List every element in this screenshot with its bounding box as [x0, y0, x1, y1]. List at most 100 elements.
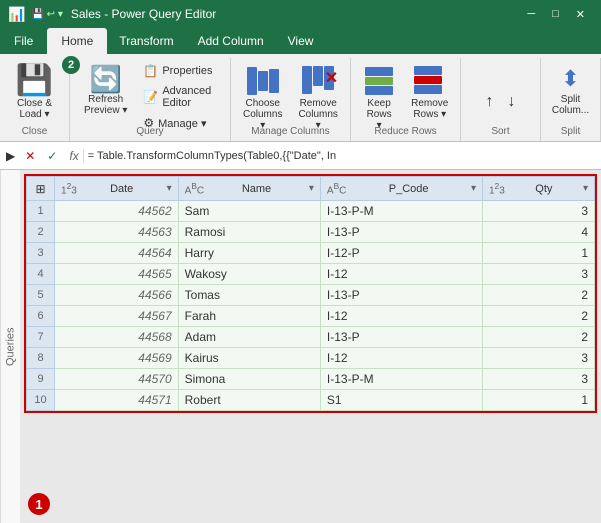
tab-transform[interactable]: Transform [107, 28, 185, 54]
remove-rows-button[interactable]: Remove Rows ▾ [405, 62, 454, 124]
cell-row-num: 2 [27, 222, 55, 243]
cell-name: Wakosy [178, 264, 320, 285]
ribbon-group-sort-label: Sort [461, 126, 540, 137]
cell-pcode: I-13-P [320, 222, 482, 243]
window-title: Sales - Power Query Editor [71, 7, 216, 21]
formula-text[interactable]: = Table.TransformColumnTypes(Table0,{{"D… [88, 150, 597, 162]
close-load-button[interactable]: 💾 Close & Load ▾ [10, 62, 59, 124]
queries-sidebar[interactable]: Queries [0, 170, 20, 523]
cell-pcode: I-12 [320, 306, 482, 327]
cell-name: Simona [178, 369, 320, 390]
cell-row-num: 3 [27, 243, 55, 264]
table-row: 5 44566 Tomas I-13-P 2 [27, 285, 595, 306]
split-column-button[interactable]: ⬍ Split Colum... [546, 62, 595, 120]
fx-label: fx [65, 149, 83, 163]
table-header-date[interactable]: 123 Date ▾ [55, 177, 179, 201]
expand-arrow[interactable]: ▶ [4, 147, 17, 165]
cell-qty: 1 [482, 243, 594, 264]
cell-pcode: S1 [320, 390, 482, 411]
cell-date: 44570 [55, 369, 179, 390]
cell-qty: 2 [482, 285, 594, 306]
table-row: 3 44564 Harry I-12-P 1 [27, 243, 595, 264]
cell-date: 44563 [55, 222, 179, 243]
ribbon-group-split-label: Split [541, 126, 600, 137]
cell-date: 44569 [55, 348, 179, 369]
cell-row-num: 5 [27, 285, 55, 306]
table-row: 1 44562 Sam I-13-P-M 3 [27, 201, 595, 222]
cell-name: Robert [178, 390, 320, 411]
title-bar: 📊 💾 ↩ ▾ Sales - Power Query Editor ─ □ ✕ [0, 0, 601, 28]
cell-qty: 3 [482, 264, 594, 285]
sort-desc-button[interactable]: ↓ [502, 91, 522, 113]
cell-row-num: 7 [27, 327, 55, 348]
sort-asc-button[interactable]: ↑ [480, 91, 500, 113]
data-table-container: ⊞ 123 Date ▾ ABC [24, 174, 597, 413]
properties-icon: 📋 [143, 64, 158, 78]
cell-name: Tomas [178, 285, 320, 306]
cell-qty: 4 [482, 222, 594, 243]
cell-row-num: 9 [27, 369, 55, 390]
cell-pcode: I-12-P [320, 243, 482, 264]
minimize-btn[interactable]: ─ [519, 6, 543, 23]
choose-columns-button[interactable]: Choose Columns ▾ [237, 62, 288, 135]
annotation-badge-2: 2 [62, 56, 80, 74]
tab-view[interactable]: View [276, 28, 326, 54]
confirm-formula-icon[interactable]: ✓ [43, 147, 61, 165]
cancel-formula-icon[interactable]: ✕ [21, 147, 39, 165]
cell-date: 44565 [55, 264, 179, 285]
cell-pcode: I-12 [320, 264, 482, 285]
cell-qty: 1 [482, 390, 594, 411]
tab-home[interactable]: Home [47, 28, 107, 54]
cell-date: 44568 [55, 327, 179, 348]
ribbon-group-query-label: Query [70, 126, 230, 137]
close-btn[interactable]: ✕ [568, 6, 593, 23]
tab-file[interactable]: File [0, 28, 47, 54]
remove-columns-button[interactable]: ✕ Remove Columns ▾ [292, 62, 343, 135]
refresh-preview-button[interactable]: 🔄 Refresh Preview ▾ [78, 62, 133, 120]
cell-name: Farah [178, 306, 320, 327]
cell-name: Harry [178, 243, 320, 264]
table-header-row-num: ⊞ [27, 177, 55, 201]
table-header-qty[interactable]: 123 Qty ▾ [482, 177, 594, 201]
cell-row-num: 10 [27, 390, 55, 411]
quick-access: 💾 ↩ ▾ [31, 9, 62, 20]
cell-name: Ramosi [178, 222, 320, 243]
tab-add-column[interactable]: Add Column [186, 28, 276, 54]
ribbon-group-split: ⬍ Split Colum... Split [541, 58, 601, 141]
ribbon-group-sort: ↑ ↓ Sort [461, 58, 541, 141]
cell-date: 44567 [55, 306, 179, 327]
ribbon-group-close: 💾 Close & Load ▾ Close [0, 58, 70, 141]
cell-row-num: 8 [27, 348, 55, 369]
ribbon-group-manage-columns: Choose Columns ▾ ✕ Remove [231, 58, 351, 141]
table-header-name[interactable]: ABC Name ▾ [178, 177, 320, 201]
cell-qty: 3 [482, 369, 594, 390]
cell-pcode: I-13-P [320, 285, 482, 306]
app-icon: 📊 [8, 6, 25, 23]
keep-rows-icon [363, 66, 395, 96]
table-row: 4 44565 Wakosy I-12 3 [27, 264, 595, 285]
maximize-btn[interactable]: □ [544, 6, 567, 23]
split-column-icon: ⬍ [561, 66, 579, 92]
cell-name: Sam [178, 201, 320, 222]
cell-row-num: 6 [27, 306, 55, 327]
cell-date: 44566 [55, 285, 179, 306]
ribbon-group-close-label: Close [0, 126, 69, 137]
properties-button[interactable]: 📋 Properties [137, 62, 222, 80]
table-row: 6 44567 Farah I-12 2 [27, 306, 595, 327]
table-header-pcode[interactable]: ABC P_Code ▾ [320, 177, 482, 201]
cell-pcode: I-13-P [320, 327, 482, 348]
cell-date: 44562 [55, 201, 179, 222]
close-load-icon: 💾 [16, 66, 53, 96]
cell-name: Adam [178, 327, 320, 348]
advanced-editor-icon: 📝 [143, 90, 158, 104]
cell-row-num: 4 [27, 264, 55, 285]
cell-name: Kairus [178, 348, 320, 369]
cell-date: 44564 [55, 243, 179, 264]
ribbon-group-query: 🔄 Refresh Preview ▾ 📋 Properties 📝 Advan… [70, 58, 231, 141]
table-row: 9 44570 Simona I-13-P-M 3 [27, 369, 595, 390]
keep-rows-button[interactable]: Keep Rows ▾ [357, 62, 401, 135]
advanced-editor-button[interactable]: 📝 Advanced Editor [137, 83, 222, 111]
cell-date: 44571 [55, 390, 179, 411]
cell-pcode: I-13-P-M [320, 369, 482, 390]
ribbon: 💾 Close & Load ▾ Close 🔄 Refresh Preview… [0, 54, 601, 142]
